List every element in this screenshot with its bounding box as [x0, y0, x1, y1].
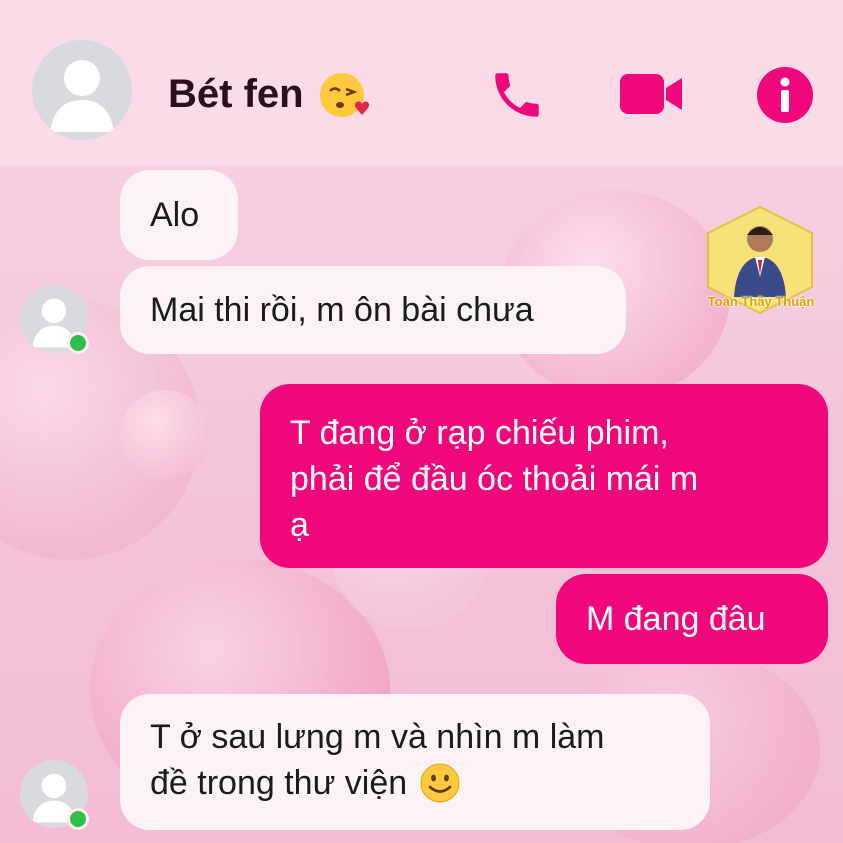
message-text: M đang đâu [586, 600, 766, 638]
online-status-dot [67, 808, 89, 830]
message-text: Alo [150, 196, 200, 234]
message-line: đề trong thư viện [150, 764, 408, 802]
default-avatar-icon [50, 60, 114, 132]
message-bubble-outgoing[interactable]: T đang ở rạp chiếu phim, phải để đầu óc … [260, 384, 828, 568]
message-bubble-incoming[interactable]: Mai thi rồi, m ôn bài chưa [120, 266, 626, 354]
contact-title[interactable]: Bét fen [168, 68, 370, 120]
chat-header: Bét fen [0, 0, 843, 165]
contact-name: Bét fen [168, 71, 304, 116]
online-status-dot [67, 332, 89, 354]
message-line: T đang ở rạp chiếu phim, [290, 414, 669, 452]
video-camera-icon[interactable] [618, 66, 684, 122]
kissing-heart-emoji [319, 73, 369, 117]
message-bubble-outgoing[interactable]: M đang đâu [556, 574, 828, 664]
message-bubble-incoming[interactable]: T ở sau lưng m và nhìn m làm đề trong th… [120, 694, 710, 830]
message-line-with-emoji: đề trong thư viện [150, 760, 680, 806]
message-line: ạ [290, 506, 309, 544]
watermark-name: Toán Thầy Thuận [707, 294, 815, 309]
message-bubble-incoming[interactable]: Alo [120, 170, 238, 260]
message-text: Mai thi rồi, m ôn bài chưa [150, 291, 534, 329]
smile-emoji [420, 763, 460, 803]
contact-avatar[interactable] [32, 40, 132, 140]
message-line: T ở sau lưng m và nhìn m làm [150, 718, 605, 756]
phone-icon[interactable] [488, 66, 546, 124]
message-line: phải để đầu óc thoải mái m [290, 460, 699, 498]
info-icon[interactable] [756, 66, 814, 124]
